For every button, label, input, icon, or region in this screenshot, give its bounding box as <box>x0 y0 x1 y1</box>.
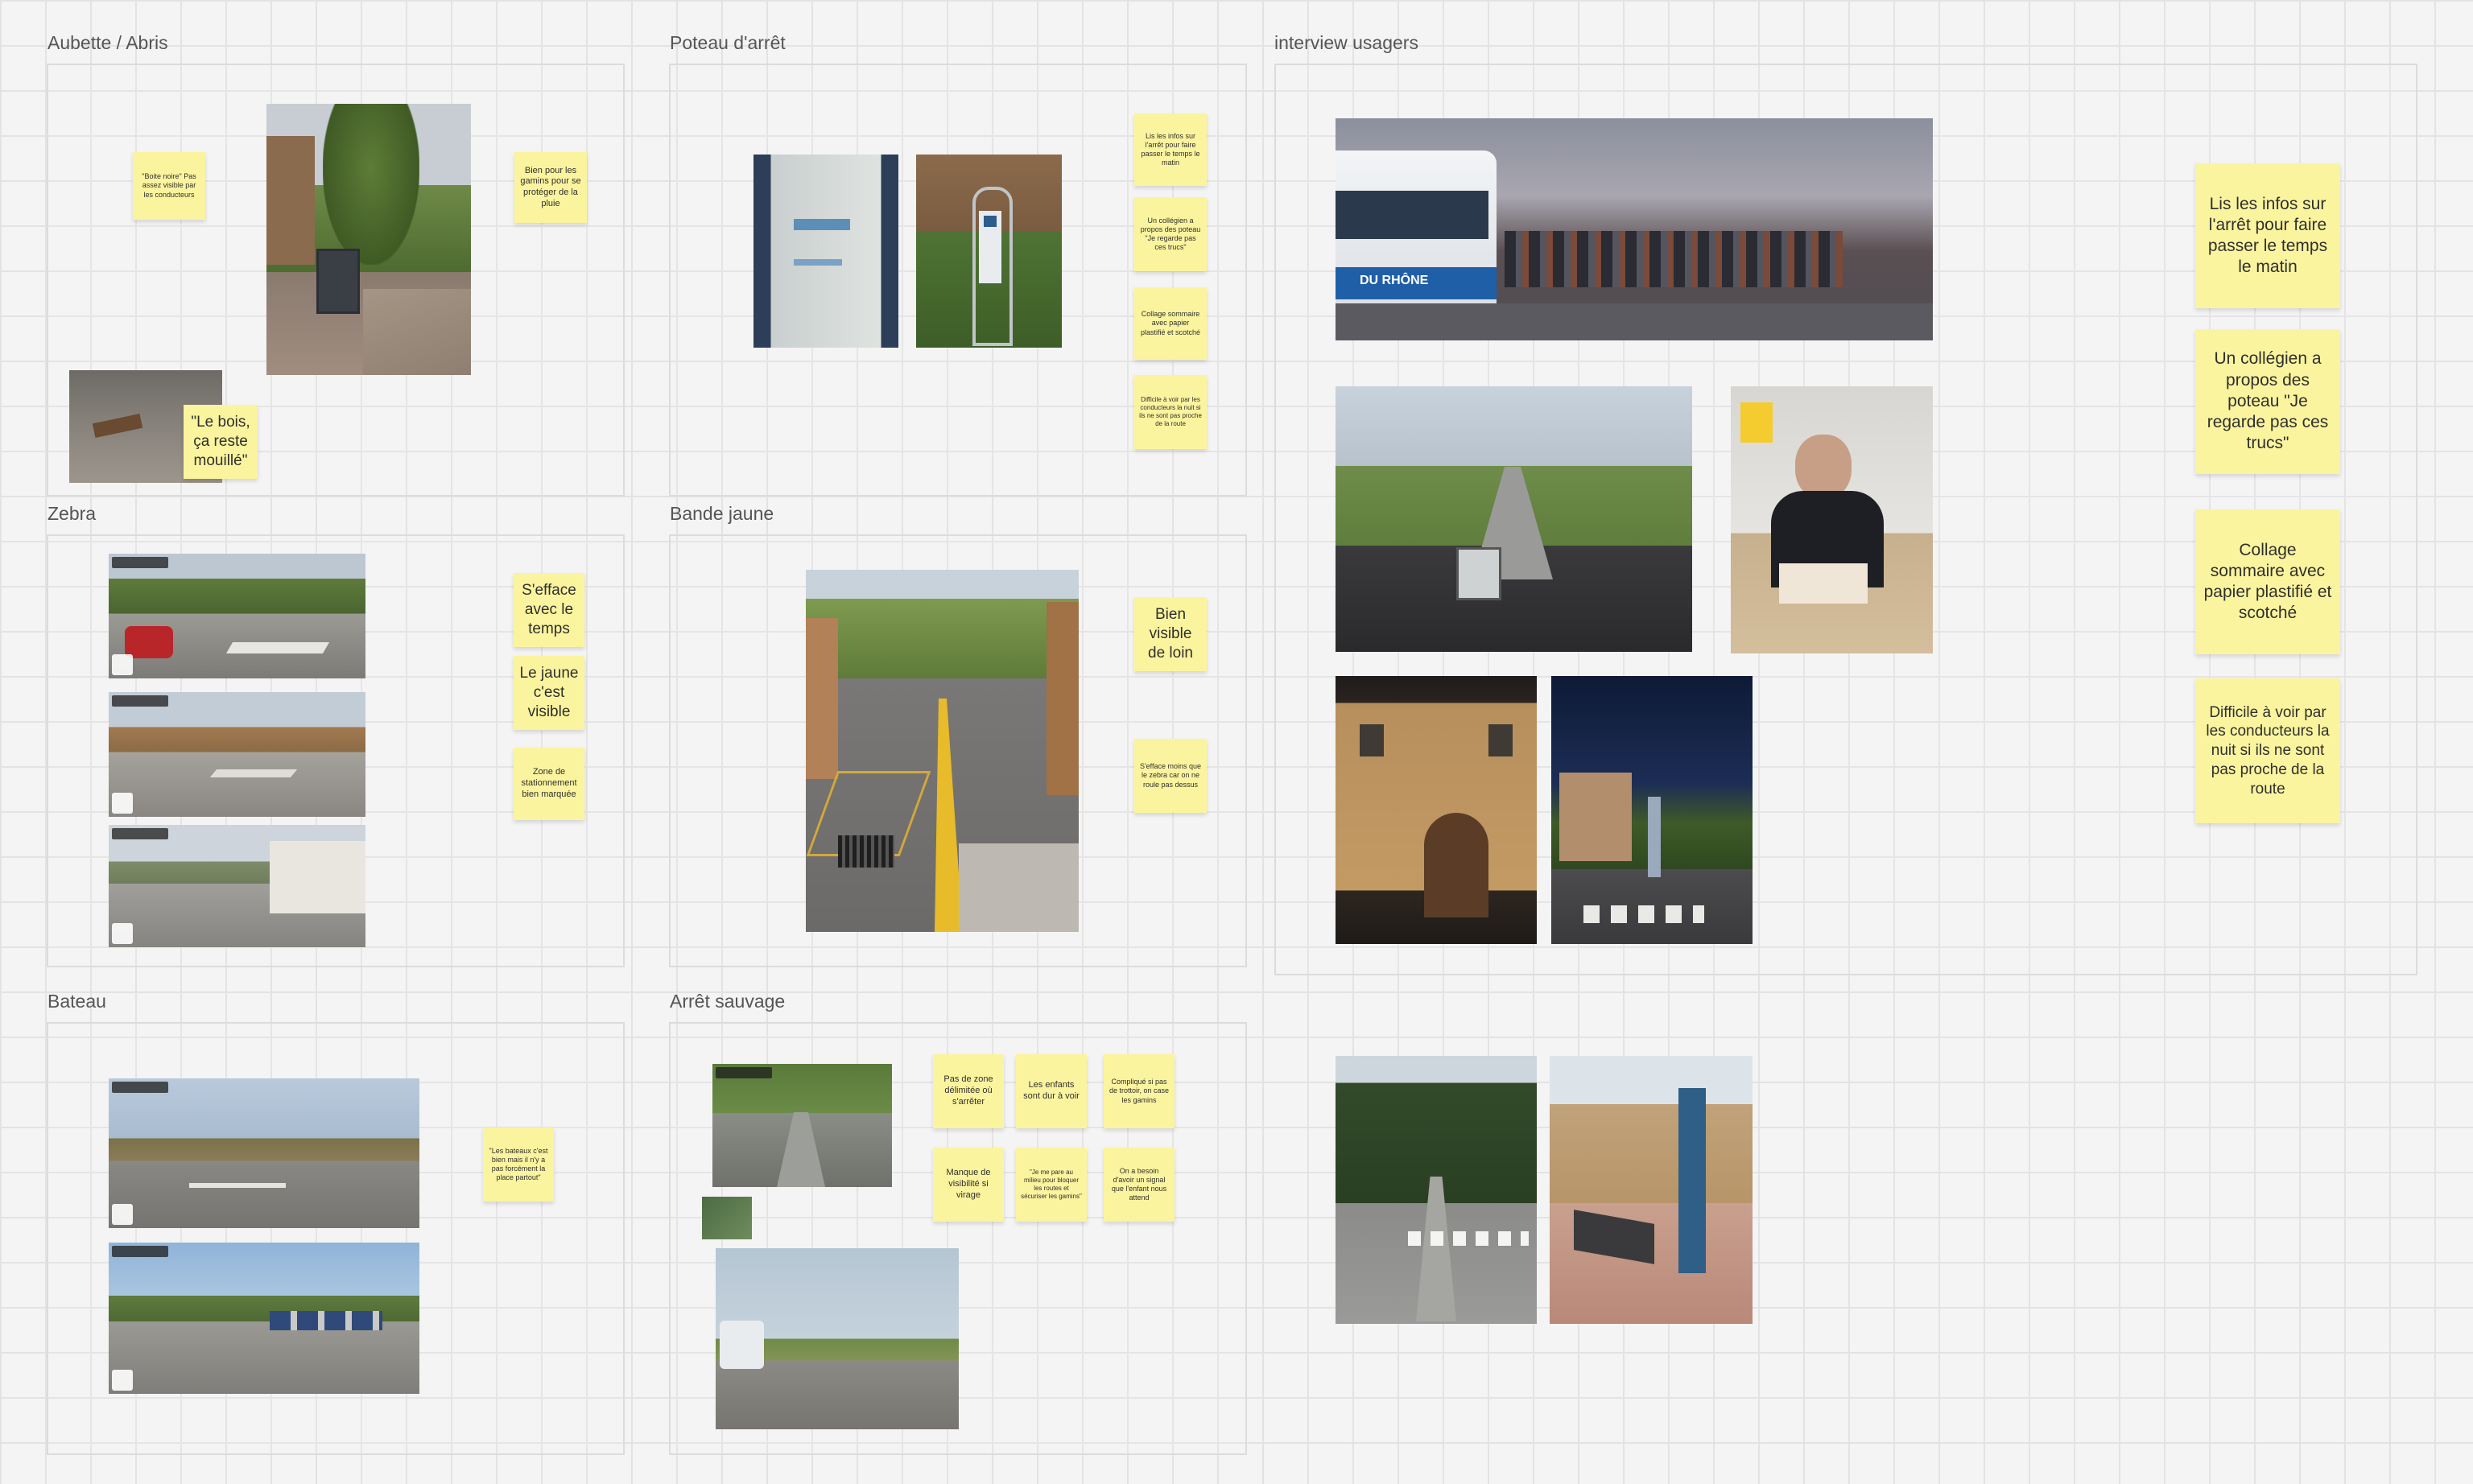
bateau-photo-1[interactable] <box>109 1078 419 1228</box>
interview-person-photo[interactable] <box>1731 386 1933 653</box>
sticky-interview-4[interactable]: Difficile à voir par les conducteurs la … <box>2195 678 2340 823</box>
sticky-sauvage-3[interactable]: Compliqué si pas de trottoir, on case le… <box>1104 1054 1175 1128</box>
map-thumb-icon <box>112 923 133 944</box>
map-thumb-icon <box>112 1204 133 1225</box>
town-stop-bench-photo[interactable] <box>1550 1056 1753 1324</box>
bus-side-label: DU RHÔNE <box>1360 274 1429 287</box>
sticky-interview-2[interactable]: Un collégien a propos des poteau "Je reg… <box>2195 329 2340 474</box>
night-stop-photo[interactable] <box>1551 676 1753 944</box>
sticky-sauvage-6[interactable]: On a besoin d'avoir un signal que l'enfa… <box>1104 1148 1175 1222</box>
stop-pole-closeup-photo[interactable] <box>753 155 898 348</box>
bus-students-photo[interactable]: DU RHÔNE <box>1336 118 1933 340</box>
sticky-sauvage-4[interactable]: Manque de visibilité si virage <box>933 1148 1004 1222</box>
frame-title-interview[interactable]: interview usagers <box>1274 32 1418 54</box>
zebra-photo-3[interactable] <box>109 825 365 947</box>
sticky-poteau-4[interactable]: Difficile à voir par les conducteurs la … <box>1134 375 1207 449</box>
map-thumb-icon <box>112 1370 133 1391</box>
sticky-zebra-2[interactable]: Le jaune c'est visible <box>514 656 584 730</box>
sticky-zebra-1[interactable]: S'efface avec le temps <box>514 573 584 647</box>
frame-title-zebra[interactable]: Zebra <box>47 503 96 525</box>
sticky-bateau-1[interactable]: "Les bateaux c'est bien mais il n'y a pa… <box>483 1127 554 1202</box>
sticky-sauvage-1[interactable]: Pas de zone délimitée où s'arrêter <box>933 1054 1004 1128</box>
sticky-poteau-2[interactable]: Un collégien a propos des poteau "Je reg… <box>1134 197 1207 271</box>
yellow-strip-photo[interactable] <box>806 570 1079 932</box>
sauvage-photo-1[interactable] <box>712 1064 892 1187</box>
map-thumbnail[interactable] <box>702 1197 752 1239</box>
sticky-aubette-3[interactable]: "Le bois, ça reste mouillé" <box>184 405 258 479</box>
forest-crossing-photo[interactable] <box>1336 1056 1537 1324</box>
streetview-header-icon <box>112 557 168 568</box>
frame-title-sauvage[interactable]: Arrêt sauvage <box>670 991 785 1012</box>
frame-title-bateau[interactable]: Bateau <box>47 991 106 1012</box>
sticky-interview-1[interactable]: Lis les infos sur l'arrêt pour faire pas… <box>2195 163 2340 308</box>
map-thumb-icon <box>112 793 133 814</box>
sticky-poteau-3[interactable]: Collage sommaire avec papier plastifié e… <box>1134 287 1207 360</box>
sticky-bande-1[interactable]: Bien visible de loin <box>1134 597 1207 671</box>
zebra-photo-1[interactable] <box>109 554 365 678</box>
bus-windshield-photo[interactable] <box>1336 386 1692 652</box>
sticky-zebra-3[interactable]: Zone de stationnement bien marquée <box>514 748 584 820</box>
frame-title-bande[interactable]: Bande jaune <box>670 503 774 525</box>
streetview-header-icon <box>112 1246 168 1257</box>
sticky-sauvage-5[interactable]: "Je me pare au milieu pour bloquer les r… <box>1016 1148 1087 1222</box>
sauvage-photo-2[interactable] <box>716 1248 959 1429</box>
sticky-sauvage-2[interactable]: Les enfants sont dur à voir <box>1016 1054 1087 1128</box>
streetview-header-icon <box>716 1067 772 1078</box>
stop-pole-photo[interactable] <box>916 155 1062 348</box>
frame-title-poteau[interactable]: Poteau d'arrêt <box>670 32 786 54</box>
streetview-header-icon <box>112 1082 168 1093</box>
zebra-photo-2[interactable] <box>109 692 365 817</box>
bateau-photo-2[interactable] <box>109 1243 419 1394</box>
sticky-interview-3[interactable]: Collage sommaire avec papier plastifié e… <box>2195 509 2340 654</box>
frame-title-aubette[interactable]: Aubette / Abris <box>47 32 168 54</box>
sticky-poteau-1[interactable]: Lis les infos sur l'arrêt pour faire pas… <box>1134 113 1207 186</box>
streetview-header-icon <box>112 828 168 839</box>
bus-shelter-photo[interactable] <box>266 104 471 375</box>
night-building-photo[interactable] <box>1336 676 1537 944</box>
sticky-aubette-1[interactable]: "Boite noire" Pas assez visible par les … <box>133 152 205 220</box>
streetview-header-icon <box>112 695 168 707</box>
map-thumb-icon <box>112 654 133 675</box>
sticky-bande-2[interactable]: S'efface moins que le zebra car on ne ro… <box>1134 739 1207 813</box>
sticky-aubette-2[interactable]: Bien pour les gamins pour se protéger de… <box>514 152 587 223</box>
